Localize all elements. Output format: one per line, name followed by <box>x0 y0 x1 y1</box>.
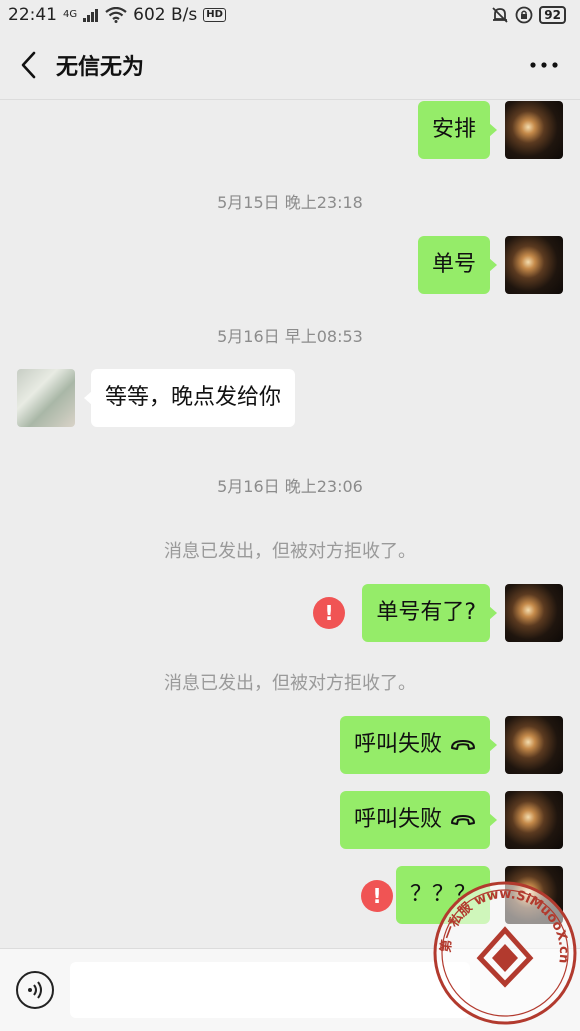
mute-bell-icon <box>492 7 508 23</box>
message-row: 等等，晚点发给你 <box>17 369 296 427</box>
system-notice: 消息已发出，但被对方拒收了。 <box>164 673 416 694</box>
send-failed-icon[interactable]: ! <box>313 597 345 629</box>
chevron-left-icon <box>21 51 36 78</box>
send-failed-icon[interactable]: ! <box>361 880 393 912</box>
call-status-text: 呼叫失败 <box>353 807 442 832</box>
self-avatar[interactable] <box>505 584 563 642</box>
network-speed: 602 B/s <box>133 5 198 25</box>
battery-level: 92 <box>539 6 566 24</box>
network-type: 4G <box>63 9 78 20</box>
message-row: 单号 <box>417 236 563 294</box>
chat-title: 无信无为 <box>56 54 145 80</box>
message-row: ？？？ <box>395 866 563 924</box>
self-avatar[interactable] <box>505 716 563 774</box>
signal-icon <box>83 9 99 22</box>
status-bar: 22:41 4G 602 B/s HD 92 <box>0 0 580 30</box>
phone-hangup-icon <box>451 740 475 750</box>
contact-avatar[interactable] <box>17 369 75 427</box>
message-timestamp: 5月16日 晚上23:06 <box>217 477 363 496</box>
message-bubble[interactable]: 单号 <box>417 236 498 294</box>
status-right: 92 <box>491 6 566 24</box>
message-bubble[interactable]: ？？？ <box>395 866 498 924</box>
message-input[interactable] <box>70 962 470 1018</box>
status-time: 22:41 <box>8 5 57 25</box>
call-record-bubble[interactable]: 呼叫失败 <box>339 791 498 849</box>
self-avatar[interactable] <box>505 101 563 159</box>
message-timestamp: 5月16日 早上08:53 <box>217 327 363 346</box>
message-row: 呼叫失败 <box>339 716 563 774</box>
message-bubble[interactable]: 安排 <box>417 101 498 159</box>
wifi-icon <box>105 7 127 23</box>
call-record-bubble[interactable]: 呼叫失败 <box>339 716 498 774</box>
status-left: 22:41 4G 602 B/s HD <box>8 5 226 25</box>
hd-icon: HD <box>203 8 226 22</box>
message-timestamp: 5月15日 晚上23:18 <box>217 193 363 212</box>
self-avatar[interactable] <box>505 866 563 924</box>
rotation-lock-icon <box>515 6 533 24</box>
phone-hangup-icon <box>451 815 475 825</box>
more-dots-icon <box>530 62 558 68</box>
back-button[interactable] <box>0 30 56 100</box>
self-avatar[interactable] <box>505 236 563 294</box>
chat-header: 无信无为 <box>0 30 580 100</box>
message-row: 安排 <box>417 101 563 159</box>
more-button[interactable] <box>526 48 562 82</box>
message-row: 呼叫失败 <box>339 791 563 849</box>
voice-icon <box>28 981 42 999</box>
message-bubble[interactable]: 等等，晚点发给你 <box>83 369 296 427</box>
system-notice: 消息已发出，但被对方拒收了。 <box>164 541 416 562</box>
input-bar <box>0 948 580 1031</box>
message-row: 单号有了? <box>362 584 563 642</box>
self-avatar[interactable] <box>505 791 563 849</box>
call-status-text: 呼叫失败 <box>353 732 442 757</box>
voice-button[interactable] <box>16 971 54 1009</box>
message-bubble[interactable]: 单号有了? <box>362 584 497 642</box>
